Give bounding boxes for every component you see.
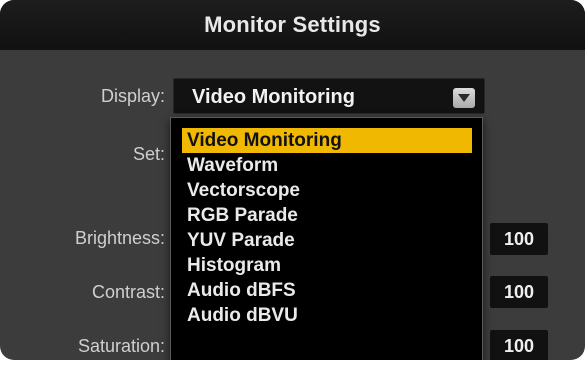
display-dropdown-menu: Video Monitoring Waveform Vectorscope RG… [170, 117, 483, 360]
display-select-value: Video Monitoring [192, 86, 355, 108]
saturation-label: Saturation: [77, 336, 165, 356]
brightness-label: Brightness: [74, 228, 165, 248]
menu-option-histogram[interactable]: Histogram [182, 253, 472, 278]
page-title: Monitor Settings [204, 12, 381, 37]
contrast-label: Contrast: [91, 282, 165, 302]
menu-option-audio-dbvu[interactable]: Audio dBVU [182, 303, 472, 328]
saturation-value-field[interactable]: 100 [490, 330, 548, 360]
set-label: Set: [132, 144, 165, 164]
contrast-value-field[interactable]: 100 [490, 276, 548, 308]
menu-option-rgb-parade[interactable]: RGB Parade [182, 203, 472, 228]
menu-option-yuv-parade[interactable]: YUV Parade [182, 228, 472, 253]
chevron-down-icon[interactable] [453, 88, 475, 108]
display-label: Display: [100, 86, 165, 106]
title-bar: Monitor Settings [0, 0, 585, 50]
menu-option-video-monitoring[interactable]: Video Monitoring [182, 128, 472, 153]
display-select[interactable]: Video Monitoring [173, 78, 485, 114]
menu-option-vectorscope[interactable]: Vectorscope [182, 178, 472, 203]
menu-option-waveform[interactable]: Waveform [182, 153, 472, 178]
brightness-value-field[interactable]: 100 [490, 223, 548, 255]
menu-option-audio-dbfs[interactable]: Audio dBFS [182, 278, 472, 303]
monitor-settings-panel: Monitor Settings Display: Video Monitori… [0, 0, 585, 360]
